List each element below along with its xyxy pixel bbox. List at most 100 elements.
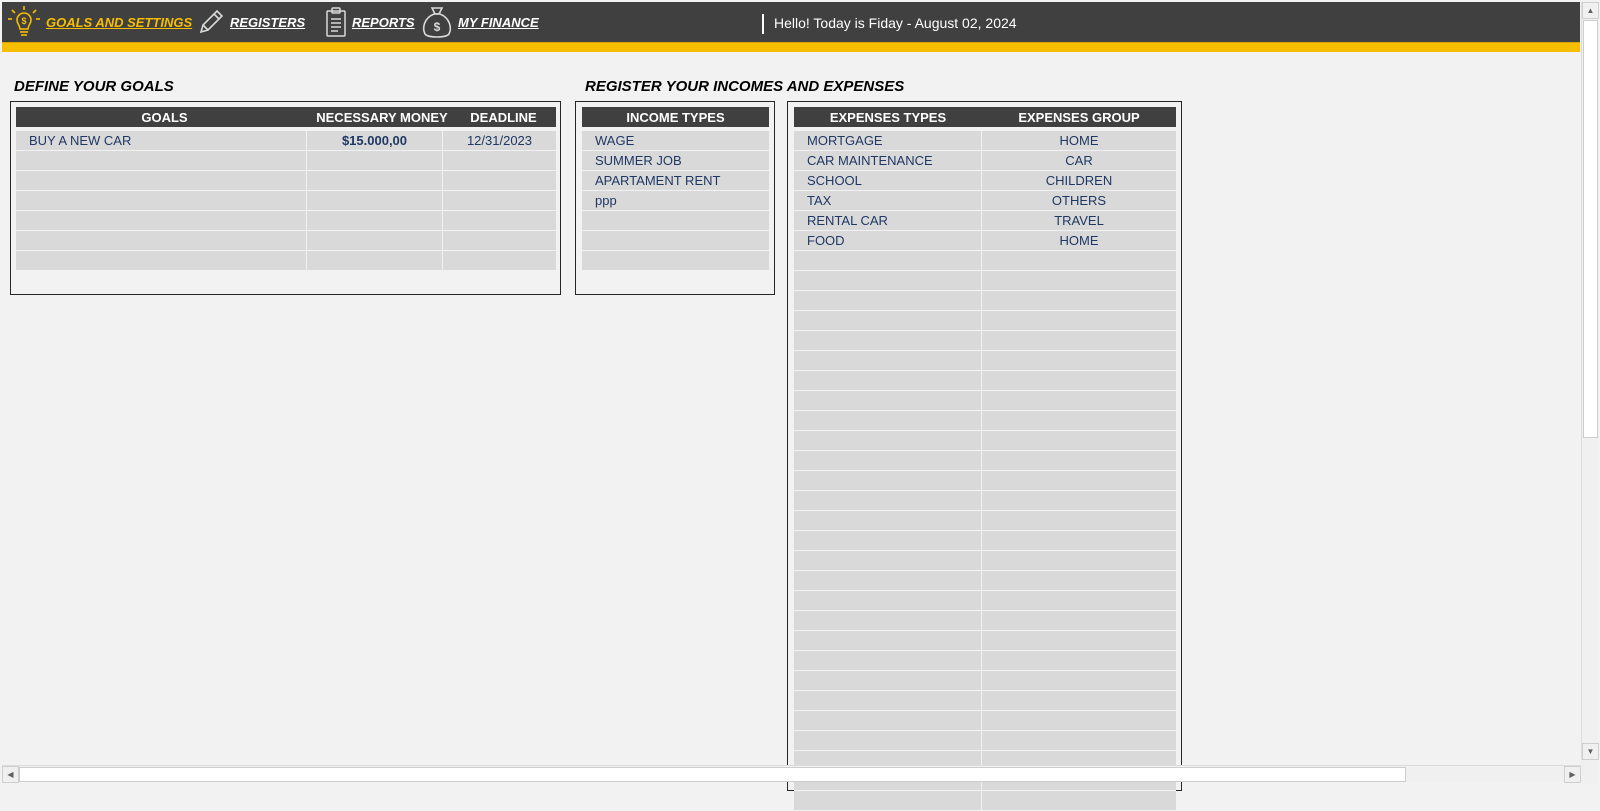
nav-goals-and-settings[interactable]: $ GOALS AND SETTINGS — [6, 2, 192, 42]
deadline-cell[interactable] — [443, 171, 556, 190]
expense-type-cell[interactable] — [794, 591, 982, 610]
expense-group-cell[interactable] — [982, 451, 1176, 470]
expense-type-cell[interactable]: FOOD — [794, 231, 982, 250]
expense-type-cell[interactable]: CAR MAINTENANCE — [794, 151, 982, 170]
income-type-cell[interactable]: WAGE — [582, 131, 769, 150]
necessary-money-cell[interactable] — [307, 171, 443, 190]
expense-group-cell[interactable] — [982, 611, 1176, 630]
scroll-left-button[interactable]: ◀ — [2, 766, 19, 783]
necessary-money-cell[interactable] — [307, 211, 443, 230]
expense-type-cell[interactable] — [794, 571, 982, 590]
expense-group-cell[interactable] — [982, 391, 1176, 410]
expense-group-cell[interactable]: CAR — [982, 151, 1176, 170]
vertical-scroll-thumb[interactable] — [1583, 20, 1598, 438]
expense-type-cell[interactable] — [794, 511, 982, 530]
income-type-cell[interactable] — [582, 231, 769, 250]
expense-type-cell[interactable] — [794, 651, 982, 670]
expense-group-cell[interactable] — [982, 551, 1176, 570]
income-type-cell[interactable] — [582, 251, 769, 270]
expense-group-cell[interactable] — [982, 571, 1176, 590]
necessary-money-cell[interactable]: $15.000,00 — [307, 131, 443, 150]
nav-registers[interactable]: REGISTERS — [196, 2, 305, 42]
expense-type-cell[interactable] — [794, 551, 982, 570]
expense-type-cell[interactable] — [794, 631, 982, 650]
expense-type-cell[interactable] — [794, 251, 982, 270]
deadline-cell[interactable] — [443, 251, 556, 270]
expense-group-cell[interactable]: OTHERS — [982, 191, 1176, 210]
expense-group-cell[interactable] — [982, 491, 1176, 510]
expense-group-cell[interactable] — [982, 691, 1176, 710]
expense-group-cell[interactable]: HOME — [982, 231, 1176, 250]
expense-type-cell[interactable]: TAX — [794, 191, 982, 210]
deadline-cell[interactable] — [443, 191, 556, 210]
expense-type-cell[interactable]: RENTAL CAR — [794, 211, 982, 230]
expense-type-cell[interactable] — [794, 611, 982, 630]
horizontal-scrollbar[interactable]: ◀ ▶ — [2, 765, 1581, 783]
expense-type-cell[interactable] — [794, 431, 982, 450]
deadline-cell[interactable] — [443, 151, 556, 170]
expense-group-cell[interactable]: HOME — [982, 131, 1176, 150]
expense-type-cell[interactable] — [794, 471, 982, 490]
expense-type-cell[interactable]: MORTGAGE — [794, 131, 982, 150]
horizontal-scroll-thumb[interactable] — [19, 767, 1406, 782]
expense-type-cell[interactable] — [794, 791, 982, 810]
income-type-cell[interactable]: ppp — [582, 191, 769, 210]
necessary-money-cell[interactable] — [307, 251, 443, 270]
expense-group-cell[interactable] — [982, 731, 1176, 750]
expense-type-cell[interactable] — [794, 691, 982, 710]
expense-group-cell[interactable] — [982, 651, 1176, 670]
expense-type-cell[interactable] — [794, 451, 982, 470]
expense-group-cell[interactable] — [982, 471, 1176, 490]
expense-type-cell[interactable] — [794, 531, 982, 550]
expense-group-cell[interactable] — [982, 311, 1176, 330]
expense-type-cell[interactable] — [794, 351, 982, 370]
expense-group-cell[interactable] — [982, 531, 1176, 550]
scroll-up-button[interactable]: ▲ — [1582, 2, 1599, 19]
expense-group-cell[interactable] — [982, 371, 1176, 390]
expense-group-cell[interactable]: CHILDREN — [982, 171, 1176, 190]
goal-cell[interactable] — [16, 171, 307, 190]
goal-cell[interactable] — [16, 191, 307, 210]
necessary-money-cell[interactable] — [307, 231, 443, 250]
expense-group-cell[interactable] — [982, 631, 1176, 650]
expense-type-cell[interactable] — [794, 731, 982, 750]
expense-group-cell[interactable] — [982, 291, 1176, 310]
deadline-cell[interactable]: 12/31/2023 — [443, 131, 556, 150]
goal-cell[interactable] — [16, 211, 307, 230]
expense-type-cell[interactable] — [794, 391, 982, 410]
expense-group-cell[interactable] — [982, 331, 1176, 350]
nav-my-finance[interactable]: $ MY FINANCE — [420, 2, 539, 42]
expense-type-cell[interactable] — [794, 671, 982, 690]
expense-type-cell[interactable] — [794, 291, 982, 310]
expense-type-cell[interactable]: SCHOOL — [794, 171, 982, 190]
expense-group-cell[interactable] — [982, 511, 1176, 530]
expense-group-cell[interactable] — [982, 791, 1176, 810]
expense-group-cell[interactable] — [982, 591, 1176, 610]
expense-group-cell[interactable] — [982, 251, 1176, 270]
vertical-scrollbar[interactable]: ▲ ▼ — [1581, 2, 1599, 760]
goal-cell[interactable] — [16, 251, 307, 270]
scroll-right-button[interactable]: ▶ — [1564, 766, 1581, 783]
expense-group-cell[interactable] — [982, 351, 1176, 370]
goal-cell[interactable] — [16, 151, 307, 170]
necessary-money-cell[interactable] — [307, 191, 443, 210]
deadline-cell[interactable] — [443, 211, 556, 230]
scroll-down-button[interactable]: ▼ — [1582, 743, 1599, 760]
goal-cell[interactable] — [16, 231, 307, 250]
nav-reports[interactable]: REPORTS — [324, 2, 415, 42]
goal-cell[interactable]: BUY A NEW CAR — [16, 131, 307, 150]
income-type-cell[interactable]: SUMMER JOB — [582, 151, 769, 170]
expense-group-cell[interactable] — [982, 411, 1176, 430]
expense-group-cell[interactable]: TRAVEL — [982, 211, 1176, 230]
expense-group-cell[interactable] — [982, 271, 1176, 290]
expense-group-cell[interactable] — [982, 711, 1176, 730]
expense-type-cell[interactable] — [794, 411, 982, 430]
expense-type-cell[interactable] — [794, 371, 982, 390]
deadline-cell[interactable] — [443, 231, 556, 250]
income-type-cell[interactable]: APARTAMENT RENT — [582, 171, 769, 190]
expense-type-cell[interactable] — [794, 331, 982, 350]
expense-type-cell[interactable] — [794, 311, 982, 330]
necessary-money-cell[interactable] — [307, 151, 443, 170]
expense-type-cell[interactable] — [794, 711, 982, 730]
expense-type-cell[interactable] — [794, 491, 982, 510]
